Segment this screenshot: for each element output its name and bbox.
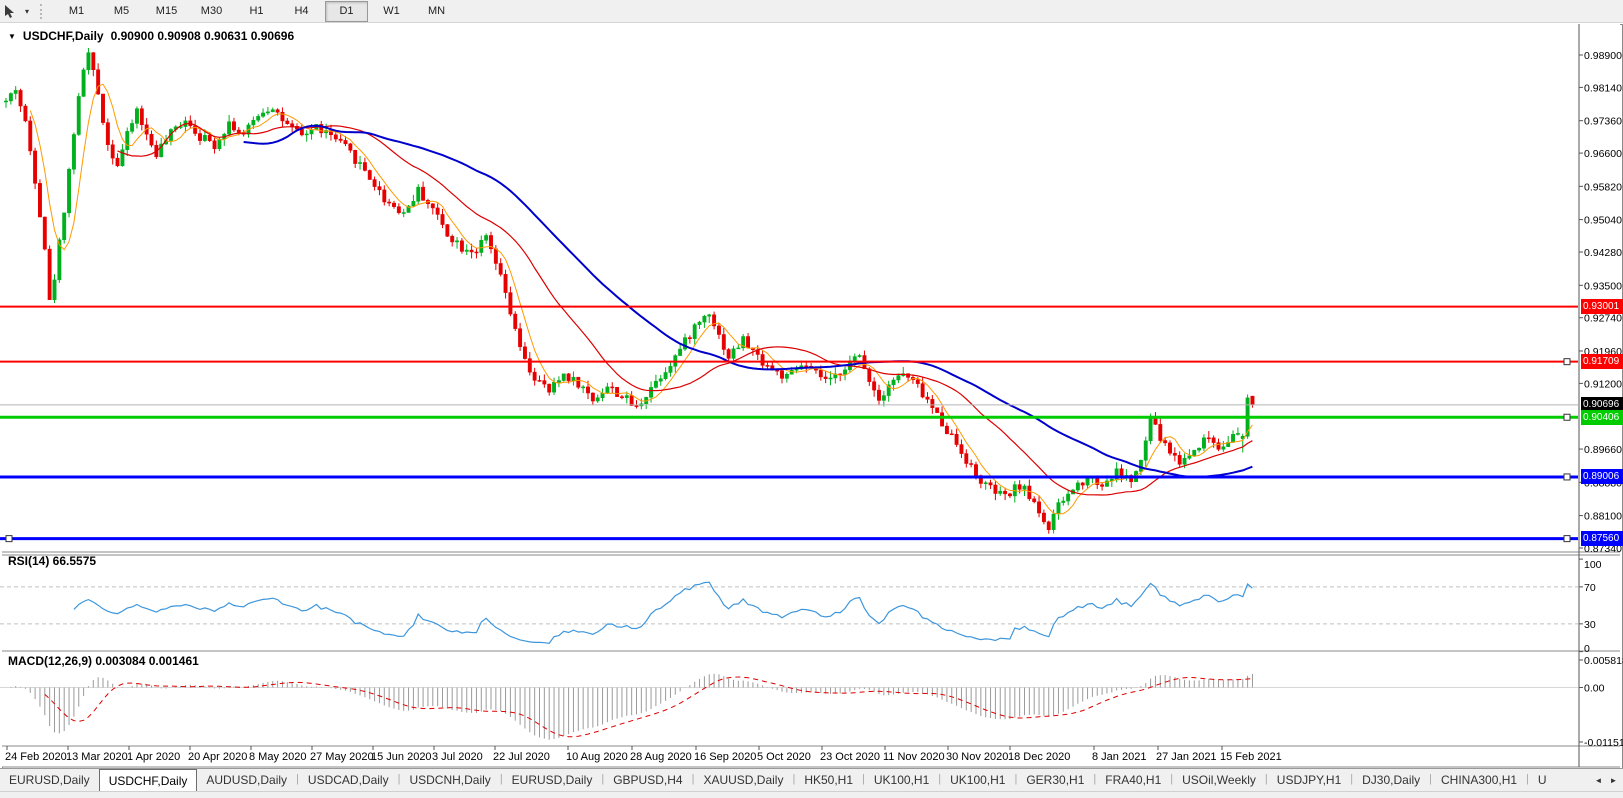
mt4-application: ▾ M1M5M15M30H1H4D1W1MN 24 Feb 202013 Mar…	[0, 0, 1623, 798]
price-tick-label: 0.96600	[1584, 148, 1622, 160]
chart-tab-gbpusd-h4[interactable]: GBPUSD,H4	[604, 769, 691, 792]
toolbar-grip[interactable]	[40, 4, 46, 19]
date-tick-label: 8 May 2020	[249, 751, 306, 763]
chart-tab-xauusd-daily[interactable]: XAUUSD,Daily	[694, 769, 792, 792]
collapse-arrow-icon[interactable]: ▼	[8, 32, 16, 41]
price-badge-0.93001: 0.93001	[1581, 299, 1623, 314]
macd-axis-label: 0.005818	[1584, 655, 1623, 667]
chart-title: ▼ USDCHF,Daily 0.90900 0.90908 0.90631 0…	[8, 29, 294, 43]
macd-axis-label: -0.011514	[1584, 737, 1623, 749]
rsi-axis-label: 100	[1584, 559, 1602, 571]
date-tick-label: 27 May 2020	[310, 751, 374, 763]
timeframe-button-D1[interactable]: D1	[325, 1, 368, 22]
price-tick-label: 0.88100	[1584, 511, 1622, 523]
timeframe-buttons: M1M5M15M30H1H4D1W1MN	[54, 1, 459, 22]
rsi-indicator-label: RSI(14) 66.5575	[8, 554, 96, 568]
timeframe-toolbar: ▾ M1M5M15M30H1H4D1W1MN	[0, 0, 1623, 23]
chart-tab-usoil-weekly[interactable]: USOil,Weekly	[1173, 769, 1265, 792]
chart-ohlc-values: 0.90900 0.90908 0.90631 0.90696	[111, 29, 295, 43]
chart-tab-audusd-daily[interactable]: AUDUSD,Daily	[197, 769, 296, 792]
hline-handle[interactable]	[1564, 359, 1570, 365]
chart-tab-eurusd-daily[interactable]: EURUSD,Daily	[503, 769, 602, 792]
tab-scroll-buttons: ◄►	[1591, 769, 1623, 792]
cursor-tool-button[interactable]	[0, 1, 20, 21]
timeframe-button-M1[interactable]: M1	[55, 1, 98, 22]
chart-tab-eurusd-daily[interactable]: EURUSD,Daily	[0, 769, 99, 792]
chart-tab-usdjpy-h1[interactable]: USDJPY,H1	[1268, 769, 1350, 792]
date-tick-label: 15 Jun 2020	[371, 751, 432, 763]
price-tick-label: 0.98900	[1584, 50, 1622, 62]
date-tick-label: 13 Mar 2020	[66, 751, 128, 763]
date-tick-label: 16 Sep 2020	[694, 751, 756, 763]
timeframe-button-M30[interactable]: M30	[190, 1, 233, 22]
timeframe-button-H1[interactable]: H1	[235, 1, 278, 22]
chart-tab-u[interactable]: U	[1529, 769, 1556, 792]
chart-tab-uk100-h1[interactable]: UK100,H1	[865, 769, 938, 792]
date-tick-label: 27 Jan 2021	[1156, 751, 1217, 763]
price-tick-label: 0.98140	[1584, 82, 1622, 94]
price-tick-label: 0.93500	[1584, 280, 1622, 292]
price-tick-label: 0.95820	[1584, 181, 1622, 193]
date-tick-label: 11 Nov 2020	[883, 751, 945, 763]
date-tick-label: 23 Oct 2020	[820, 751, 880, 763]
hline-handle[interactable]	[6, 536, 12, 542]
rsi-axis-label: 0	[1584, 643, 1590, 655]
price-tick-label: 0.91200	[1584, 378, 1622, 390]
chart-tab-uk100-h1[interactable]: UK100,H1	[941, 769, 1014, 792]
price-badge-0.89006: 0.89006	[1581, 469, 1623, 484]
date-tick-label: 24 Feb 2020	[5, 751, 67, 763]
price-badge-0.91709: 0.91709	[1581, 354, 1623, 369]
date-tick-label: 1 Apr 2020	[127, 751, 180, 763]
chart-canvas[interactable]: 24 Feb 202013 Mar 20201 Apr 2020 20 Apr 2…	[0, 0, 1623, 798]
macd-indicator-label: MACD(12,26,9) 0.003084 0.001461	[8, 654, 199, 668]
timeframe-button-H4[interactable]: H4	[280, 1, 323, 22]
tab-scroll-left[interactable]: ◄	[1591, 772, 1606, 789]
date-tick-label: 3 Jul 2020	[432, 751, 483, 763]
price-badge-0.87560: 0.87560	[1581, 531, 1623, 546]
hline-handle[interactable]	[1564, 536, 1570, 542]
tab-scroll-right[interactable]: ►	[1606, 772, 1621, 789]
rsi-axis-label: 70	[1584, 582, 1596, 594]
date-tick-label: 15 Feb 2021	[1220, 751, 1282, 763]
chart-symbol-label: USDCHF,Daily	[23, 29, 104, 43]
chart-tab-usdcnh-daily[interactable]: USDCNH,Daily	[400, 769, 499, 792]
chart-tab-fra40-h1[interactable]: FRA40,H1	[1096, 769, 1170, 792]
cursor-tool-dropdown[interactable]: ▾	[20, 1, 34, 21]
timeframe-button-W1[interactable]: W1	[370, 1, 413, 22]
hline-handle[interactable]	[1564, 414, 1570, 420]
price-tick-label: 0.95040	[1584, 215, 1622, 227]
chart-tab-dj30-daily[interactable]: DJ30,Daily	[1353, 769, 1429, 792]
price-tick-label: 0.94280	[1584, 247, 1622, 259]
chart-tab-china300-h1[interactable]: CHINA300,H1	[1432, 769, 1526, 792]
chart-tab-usdcad-daily[interactable]: USDCAD,Daily	[299, 769, 398, 792]
date-tick-label: 22 Jul 2020	[493, 751, 550, 763]
chart-tab-hk50-h1[interactable]: HK50,H1	[795, 769, 862, 792]
price-tick-label: 0.97360	[1584, 116, 1622, 128]
status-strip	[0, 791, 1623, 798]
cursor-icon	[4, 4, 17, 18]
price-tick-label: 0.89660	[1584, 444, 1622, 456]
timeframe-button-M5[interactable]: M5	[100, 1, 143, 22]
date-tick-label: 10 Aug 2020	[566, 751, 628, 763]
price-tick-label: 0.92740	[1584, 313, 1622, 325]
timeframe-button-M15[interactable]: M15	[145, 1, 188, 22]
timeframe-button-MN[interactable]: MN	[415, 1, 458, 22]
chart-tabs-bar: EURUSD,DailyUSDCHF,DailyAUDUSD,Daily|USD…	[0, 768, 1623, 792]
price-badge-0.90406: 0.90406	[1581, 410, 1623, 425]
date-tick-label: 30 Nov 2020	[946, 751, 1008, 763]
chart-tab-usdchf-daily[interactable]: USDCHF,Daily	[99, 769, 198, 792]
hline-handle[interactable]	[1564, 474, 1570, 480]
date-tick-label: 5 Oct 2020	[757, 751, 811, 763]
date-tick-label: 28 Aug 2020	[630, 751, 692, 763]
rsi-axis-label: 30	[1584, 619, 1596, 631]
date-tick-label: 8 Jan 2021	[1092, 751, 1146, 763]
date-tick-label: 20 Apr 2020	[188, 751, 247, 763]
chart-tab-ger30-h1[interactable]: GER30,H1	[1017, 769, 1093, 792]
macd-axis-label: 0.00	[1584, 683, 1605, 695]
date-tick-label: 18 Dec 2020	[1008, 751, 1070, 763]
